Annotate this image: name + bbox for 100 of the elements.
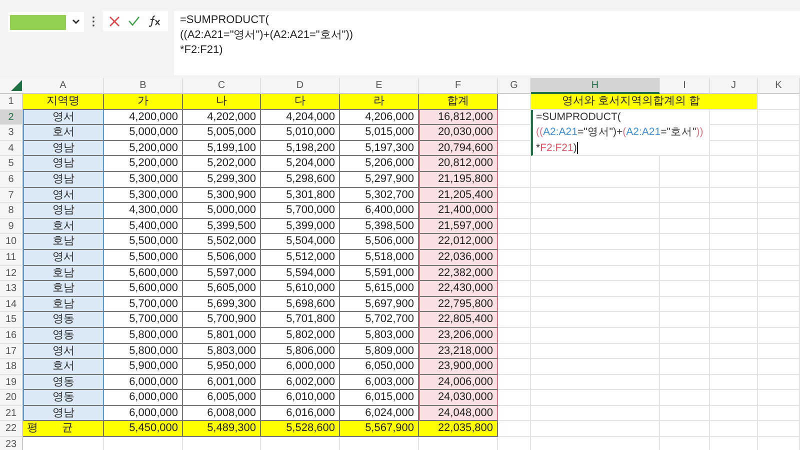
table-cell[interactable]: 5,803,000 <box>340 328 419 344</box>
table-cell[interactable]: 5,950,000 <box>183 359 261 375</box>
empty-cell[interactable] <box>710 390 758 406</box>
table-cell[interactable]: 영동 <box>23 374 104 390</box>
empty-cell[interactable] <box>758 390 800 406</box>
empty-cell[interactable] <box>710 328 758 344</box>
table-cell[interactable]: 5,806,000 <box>261 344 340 360</box>
table-cell[interactable]: 5,399,500 <box>183 218 261 234</box>
close-icon[interactable] <box>109 16 120 26</box>
empty-cell[interactable] <box>660 203 710 219</box>
row-header[interactable]: 4 <box>0 140 23 156</box>
table-cell[interactable]: 6,005,000 <box>183 390 261 406</box>
empty-cell[interactable] <box>758 374 800 390</box>
table-cell[interactable]: 영서 <box>23 344 104 360</box>
table-cell[interactable]: 5,500,000 <box>104 234 183 250</box>
empty-cell[interactable] <box>710 266 758 282</box>
table-cell[interactable]: 4,300,000 <box>104 203 183 219</box>
empty-cell[interactable] <box>531 421 660 438</box>
table-cell[interactable]: 5,700,000 <box>104 296 183 312</box>
empty-cell[interactable] <box>758 421 800 438</box>
empty-cell[interactable] <box>660 359 710 375</box>
table-cell[interactable]: 5,528,600 <box>261 421 340 438</box>
table-cell[interactable]: 22,795,800 <box>419 296 498 312</box>
column-header[interactable]: J <box>710 78 758 94</box>
table-cell[interactable]: 5,610,000 <box>261 281 340 297</box>
table-cell[interactable]: 5,803,000 <box>183 344 261 360</box>
table-cell[interactable]: 6,000,000 <box>261 359 340 375</box>
table-cell[interactable]: 6,000,000 <box>104 390 183 406</box>
table-cell[interactable]: 호서 <box>23 218 104 234</box>
table-cell[interactable]: 라 <box>340 94 419 110</box>
table-cell[interactable]: 20,794,600 <box>419 140 498 156</box>
empty-cell[interactable] <box>660 234 710 250</box>
empty-cell[interactable] <box>531 344 660 360</box>
table-cell[interactable]: 4,200,000 <box>104 110 183 126</box>
table-cell[interactable]: 5,701,800 <box>261 312 340 328</box>
table-cell[interactable]: 5,502,000 <box>183 234 261 250</box>
table-cell[interactable]: 5,015,000 <box>340 125 419 141</box>
row-header[interactable]: 9 <box>0 218 23 234</box>
empty-cell[interactable] <box>758 406 800 422</box>
more-icon[interactable] <box>92 16 95 27</box>
table-cell[interactable]: 5,605,000 <box>183 281 261 297</box>
column-header[interactable]: H <box>531 78 660 94</box>
empty-cell[interactable] <box>758 266 800 282</box>
table-cell[interactable]: 5,197,300 <box>340 140 419 156</box>
empty-cell[interactable] <box>710 406 758 422</box>
table-cell[interactable]: 5,202,000 <box>183 156 261 172</box>
table-cell[interactable]: 다 <box>261 94 340 110</box>
table-cell[interactable]: 5,000,000 <box>104 125 183 141</box>
table-cell[interactable]: 영남 <box>23 406 104 422</box>
empty-cell[interactable] <box>710 203 758 219</box>
table-cell[interactable]: 영동 <box>23 312 104 328</box>
empty-cell[interactable] <box>531 328 660 344</box>
empty-cell[interactable] <box>758 140 800 156</box>
table-cell[interactable]: 나 <box>183 94 261 110</box>
empty-cell[interactable] <box>531 188 660 204</box>
row-header[interactable]: 13 <box>0 281 23 297</box>
table-cell[interactable]: 영남 <box>23 203 104 219</box>
table-cell[interactable]: 평 균 <box>23 421 104 438</box>
empty-cell[interactable] <box>531 390 660 406</box>
cell-editor[interactable]: =SUMPRODUCT( ((A2:A21="영서")+(A2:A21="호서")) *F2:F21) <box>531 110 710 156</box>
table-cell[interactable]: 21,195,800 <box>419 172 498 188</box>
table-cell[interactable]: 5,504,000 <box>261 234 340 250</box>
table-cell[interactable]: 5,206,000 <box>340 156 419 172</box>
column-header[interactable]: K <box>758 78 800 94</box>
table-cell[interactable]: 5,801,000 <box>183 328 261 344</box>
table-cell[interactable]: 가 <box>104 94 183 110</box>
table-cell[interactable]: 5,700,000 <box>104 312 183 328</box>
table-cell[interactable]: 5,200,000 <box>104 156 183 172</box>
table-cell[interactable]: 5,591,000 <box>340 266 419 282</box>
empty-cell[interactable] <box>710 312 758 328</box>
table-cell[interactable]: 5,512,000 <box>261 250 340 266</box>
table-cell[interactable]: 5,506,000 <box>340 234 419 250</box>
row-header[interactable]: 19 <box>0 374 23 390</box>
table-cell[interactable]: 5,518,000 <box>340 250 419 266</box>
empty-cell[interactable] <box>710 156 758 172</box>
table-cell[interactable]: 영남 <box>23 156 104 172</box>
row-header[interactable]: 12 <box>0 266 23 282</box>
empty-cell[interactable] <box>758 218 800 234</box>
row-header[interactable]: 20 <box>0 390 23 406</box>
table-cell[interactable]: 5,700,000 <box>261 203 340 219</box>
table-cell[interactable]: 5,398,500 <box>340 218 419 234</box>
function-icon[interactable] <box>148 15 162 27</box>
empty-cell[interactable] <box>758 250 800 266</box>
empty-cell[interactable] <box>758 172 800 188</box>
empty-cell[interactable] <box>758 296 800 312</box>
table-cell[interactable]: 4,206,000 <box>340 110 419 126</box>
empty-cell[interactable] <box>660 421 710 438</box>
table-cell[interactable]: 22,035,800 <box>419 421 498 438</box>
row-header[interactable]: 17 <box>0 344 23 360</box>
table-cell[interactable]: 24,030,000 <box>419 390 498 406</box>
empty-cell[interactable] <box>531 203 660 219</box>
table-cell[interactable]: 24,006,000 <box>419 374 498 390</box>
table-cell[interactable]: 5,000,000 <box>183 203 261 219</box>
empty-cell[interactable] <box>660 172 710 188</box>
row-header[interactable]: 2 <box>0 110 23 126</box>
table-cell[interactable]: 22,805,400 <box>419 312 498 328</box>
empty-cell[interactable] <box>531 359 660 375</box>
empty-cell[interactable] <box>660 266 710 282</box>
row-header[interactable]: 10 <box>0 234 23 250</box>
empty-cell[interactable] <box>710 344 758 360</box>
